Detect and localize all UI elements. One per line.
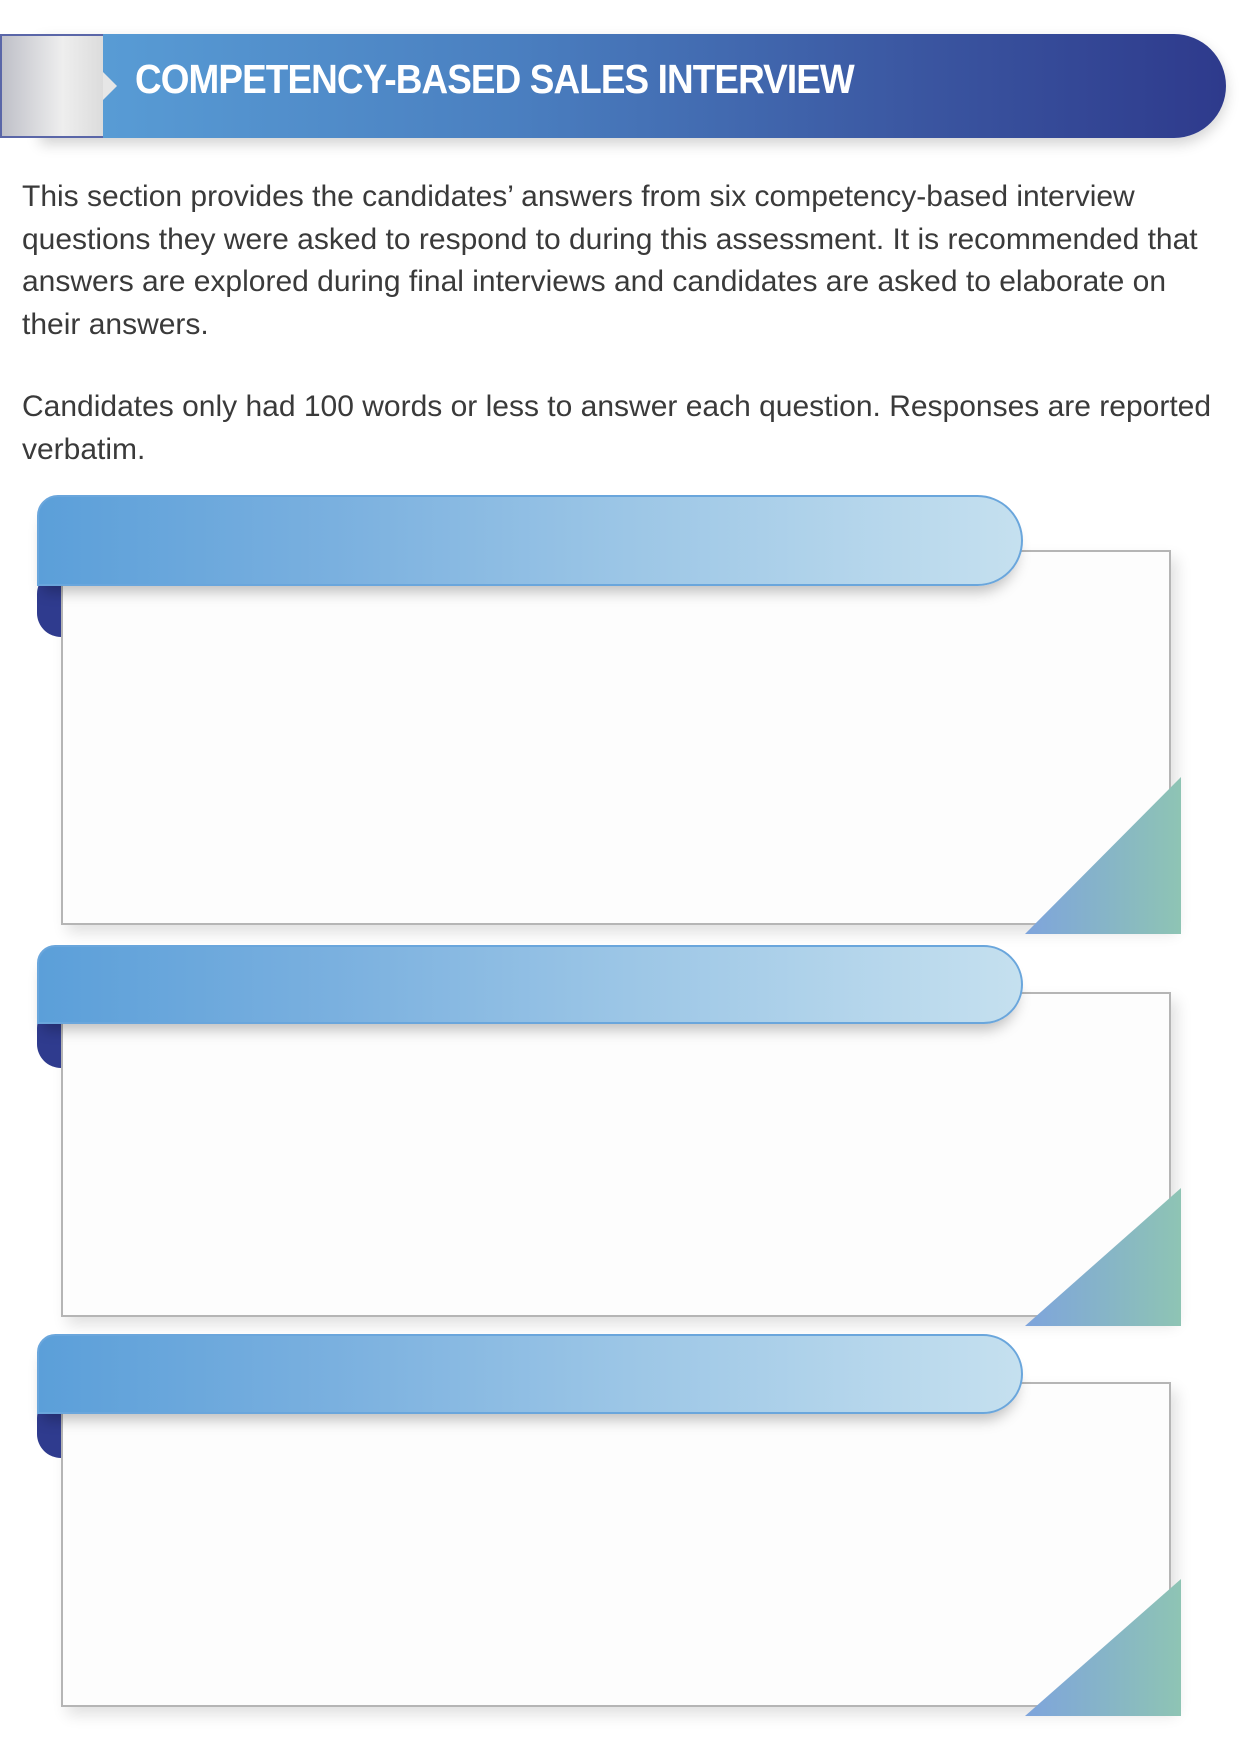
question-ribbon: [37, 1334, 1023, 1414]
section-header-banner: COMPETENCY-BASED SALES INTERVIEW: [0, 34, 1226, 138]
question-ribbon: [37, 495, 1023, 586]
intro-paragraph: This section provides the candidates’ an…: [22, 180, 1198, 341]
note-paragraph: Candidates only had 100 words or less to…: [22, 390, 1212, 466]
question-ribbon: [37, 945, 1023, 1024]
page-title: COMPETENCY-BASED SALES INTERVIEW: [135, 56, 855, 102]
answer-box: [61, 550, 1171, 925]
header-arrow-notch: [103, 72, 117, 100]
answer-box: [61, 992, 1171, 1317]
header-tab: [0, 34, 103, 138]
answer-box: [61, 1382, 1171, 1707]
